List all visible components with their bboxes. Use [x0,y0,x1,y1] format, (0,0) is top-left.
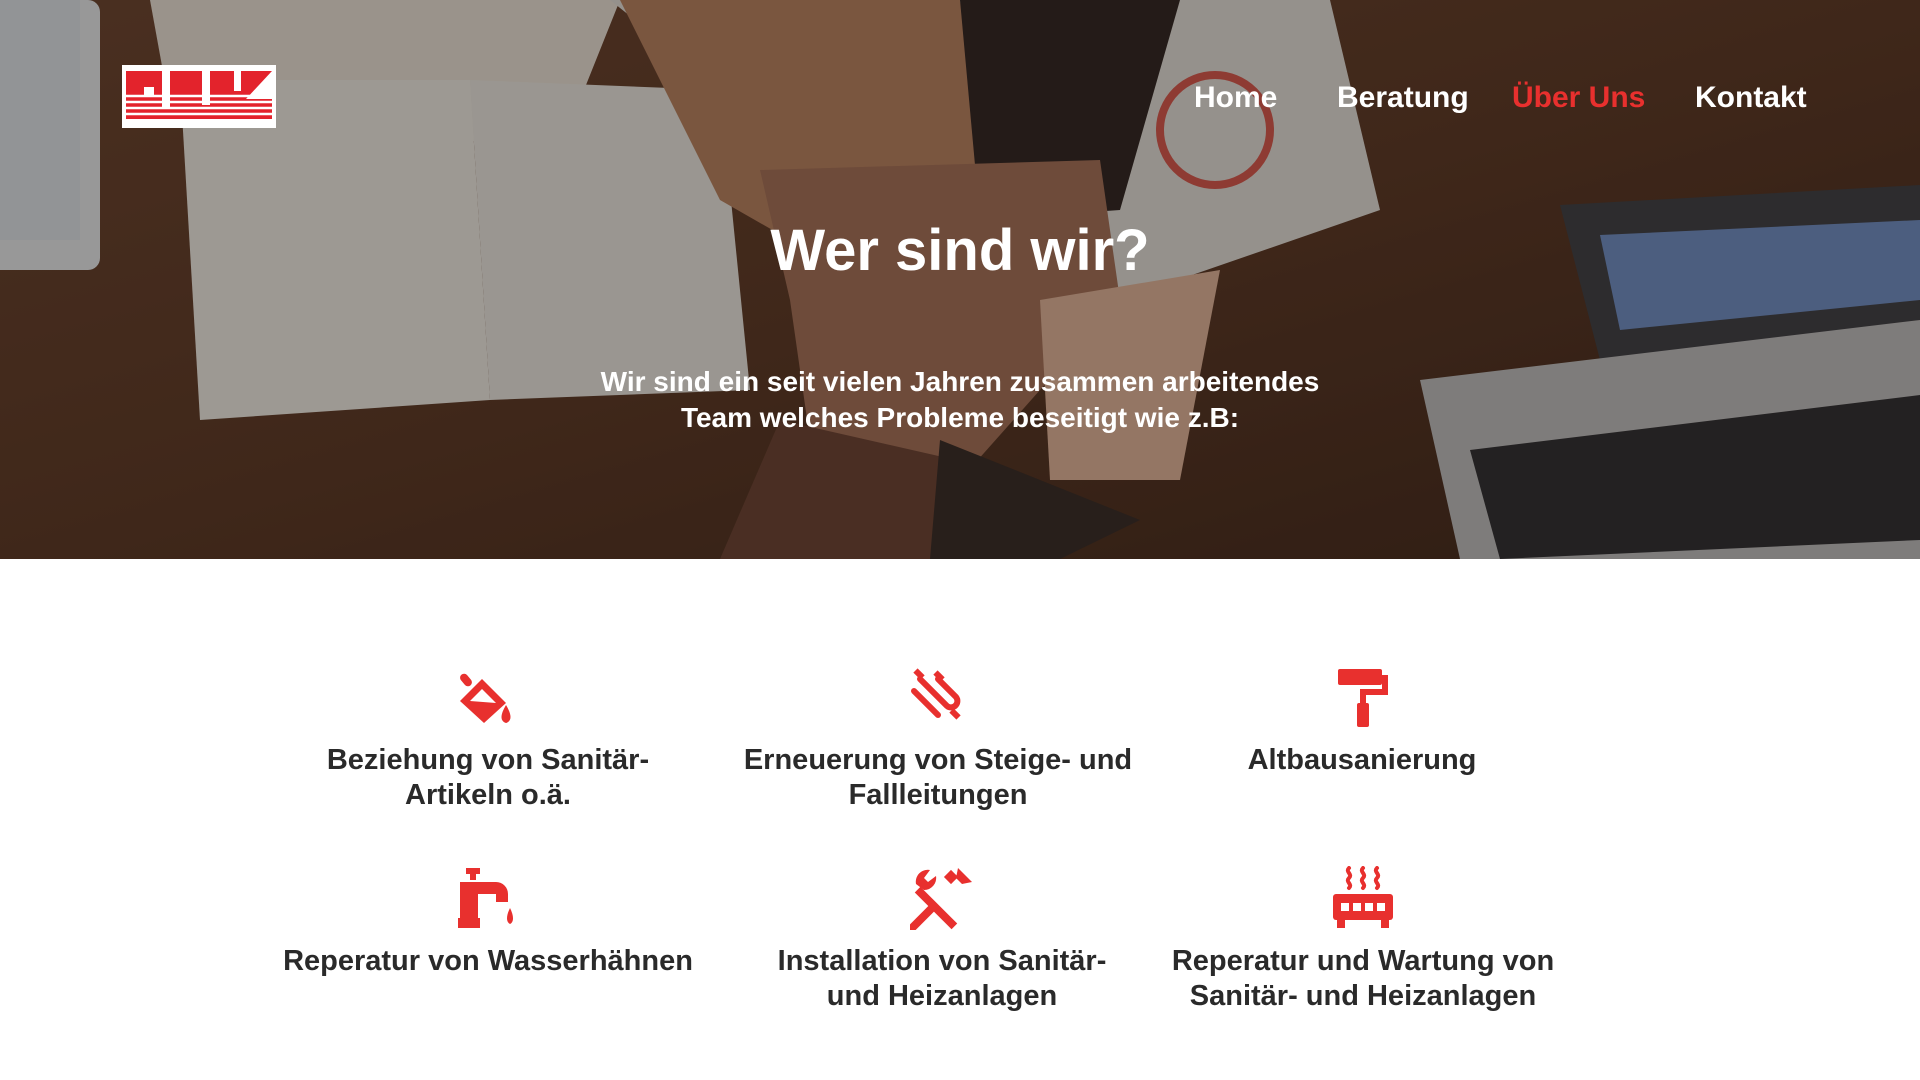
nav-beratung[interactable]: Beratung [1337,78,1469,118]
hero-subtitle-line-1: Wir sind ein seit vielen Jahren zusammen… [600,366,1320,397]
nav-kontakt[interactable]: Kontakt [1695,78,1807,118]
service-label-line-1: Reperatur und Wartung von [1171,945,1555,977]
service-label-line-2: Fallleitungen [848,779,1028,811]
hero-section: Home Beratung Über Uns Kontakt Wer sind … [0,0,1920,559]
paint-roller-icon [1338,669,1388,727]
hero-subtitle: Wir sind ein seit vielen Jahren zusammen… [560,364,1360,436]
service-label-line-1: Reperatur von Wasserhähnen [283,945,693,977]
service-label: Installation von Sanitär- und Heizanlage… [722,944,1162,1014]
service-item: Reperatur von Wasserhähnen [268,866,708,979]
service-label-line-1: Erneuerung von Steige- und [743,744,1133,776]
service-item: Reperatur und Wartung von Sanitär- und H… [1143,866,1583,1014]
service-item: Altbausanierung [1142,665,1582,778]
service-label-line-1: Beziehung von Sanitär- [326,744,650,776]
service-label-line-2: Artikeln o.ä. [405,779,571,811]
service-label: Altbausanierung [1142,743,1582,778]
services-section: Beziehung von Sanitär- Artikeln o.ä. Ern… [0,559,1920,1080]
service-item: Beziehung von Sanitär- Artikeln o.ä. [268,665,708,813]
service-label-line-2: Sanitär- und Heizanlagen [1189,980,1537,1012]
service-label: Reperatur von Wasserhähnen [268,944,708,979]
nav-ueber-uns[interactable]: Über Uns [1512,78,1645,118]
service-label: Beziehung von Sanitär- Artikeln o.ä. [268,743,708,813]
tools-icon [910,868,972,930]
service-label-line-1: Altbausanierung [1247,744,1477,776]
hero-subtitle-line-2: Team welches Probleme beseitigt wie z.B: [680,402,1240,433]
faucet-icon [458,868,513,928]
page-title: Wer sind wir? [770,218,1150,283]
service-label-line-1: Installation von Sanitär- [777,945,1107,977]
service-item: Installation von Sanitär- und Heizanlage… [722,866,1162,1014]
heater-icon [1333,866,1393,928]
main-nav: Home Beratung Über Uns Kontakt [0,78,1920,118]
pipes-icon [911,668,961,720]
service-label: Reperatur und Wartung von Sanitär- und H… [1143,944,1583,1014]
service-label-line-2: und Heizanlagen [826,980,1058,1012]
nav-home[interactable]: Home [1194,78,1277,118]
service-item: Erneuerung von Steige- und Fallleitungen [718,665,1158,813]
service-label: Erneuerung von Steige- und Fallleitungen [718,743,1158,813]
paint-bucket-icon [460,673,511,723]
